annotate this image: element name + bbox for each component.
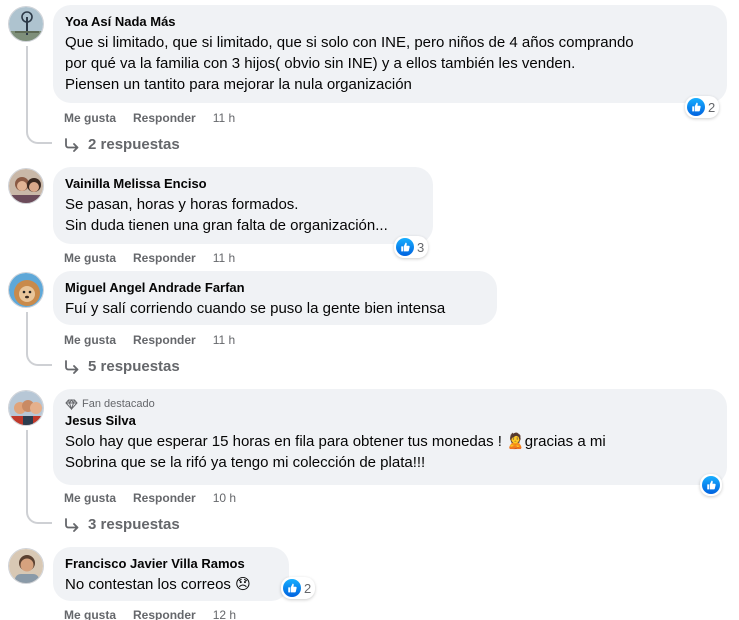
reply-button[interactable]: Responder [133, 110, 196, 126]
comment-actions: Me gusta Responder 11 h [64, 332, 252, 348]
like-icon [687, 98, 705, 116]
like-icon [283, 579, 301, 597]
thread-line [26, 46, 28, 130]
comment-time[interactable]: 11 h [213, 110, 235, 126]
reply-arrow-icon [65, 359, 79, 374]
comment-author[interactable]: Vainilla Melissa Enciso [65, 175, 421, 192]
comment-time[interactable]: 12 h [213, 607, 236, 620]
reply-arrow-icon [65, 517, 79, 532]
like-button[interactable]: Me gusta [64, 110, 116, 126]
reaction-count[interactable]: 2 [685, 96, 720, 118]
avatar[interactable] [8, 168, 44, 204]
avatar[interactable] [8, 548, 44, 584]
badge-label: Fan destacado [82, 398, 155, 410]
thread-connector [26, 510, 52, 524]
avatar-image [9, 7, 43, 41]
top-fan-badge: Fan destacado [65, 397, 715, 411]
reply-arrow-icon [65, 137, 79, 152]
avatar[interactable] [8, 390, 44, 426]
reaction-count[interactable]: 2 [281, 577, 316, 599]
like-button[interactable]: Me gusta [64, 250, 116, 266]
comment-bubble: Francisco Javier Villa Ramos No contesta… [53, 547, 289, 601]
reply-button[interactable]: Responder [133, 490, 196, 506]
avatar[interactable] [8, 272, 44, 308]
comment-author[interactable]: Jesus Silva [65, 412, 715, 429]
comment-bubble: Miguel Angel Andrade Farfan Fuí y salí c… [53, 271, 497, 325]
reply-button[interactable]: Responder [133, 607, 196, 620]
avatar-image [9, 169, 43, 203]
replies-label: 2 respuestas [88, 136, 180, 153]
comment-bubble: Yoa Así Nada Más Que si limitado, que si… [53, 5, 727, 103]
diamond-icon [65, 398, 78, 410]
reaction-number: 3 [417, 239, 425, 255]
reaction-count[interactable] [700, 474, 722, 496]
avatar-image [9, 549, 43, 583]
comment-time[interactable]: 11 h [213, 250, 235, 266]
comment-author[interactable]: Francisco Javier Villa Ramos [65, 555, 277, 572]
comment-text: Solo hay que esperar 15 horas en fila pa… [65, 433, 606, 471]
comment-actions: Me gusta Responder 11 h [64, 250, 252, 266]
view-replies-button[interactable]: 5 respuestas [64, 358, 180, 375]
comment-time[interactable]: 11 h [213, 332, 235, 348]
view-replies-button[interactable]: 2 respuestas [64, 136, 180, 153]
comment-actions: Me gusta Responder 10 h [64, 490, 253, 506]
thread-line [26, 312, 28, 352]
comment-text: Que si limitado, que si limitado, que si… [65, 34, 634, 93]
comment-text: No contestan los correos 😞 [65, 576, 251, 593]
reaction-number: 2 [304, 580, 312, 596]
comment-actions: Me gusta Responder 12 h [64, 607, 253, 620]
replies-label: 3 respuestas [88, 516, 180, 533]
avatar[interactable] [8, 6, 44, 42]
replies-label: 5 respuestas [88, 358, 180, 375]
reaction-count[interactable]: 3 [394, 236, 429, 258]
comment-text: Fuí y salí corriendo cuando se puso la g… [65, 300, 446, 317]
comment-bubble: Fan destacado Jesus Silva Solo hay que e… [53, 389, 727, 485]
comment-bubble: Vainilla Melissa Enciso Se pasan, horas … [53, 167, 433, 244]
thread-connector [26, 352, 52, 366]
thread-line [26, 430, 28, 510]
reply-button[interactable]: Responder [133, 250, 196, 266]
comment-time[interactable]: 10 h [213, 490, 236, 506]
avatar-image [9, 273, 43, 307]
like-icon [702, 476, 720, 494]
comment-text: Se pasan, horas y horas formados. Sin du… [65, 196, 388, 234]
like-button[interactable]: Me gusta [64, 332, 116, 348]
reaction-number: 2 [708, 99, 716, 115]
like-icon [396, 238, 414, 256]
view-replies-button[interactable]: 3 respuestas [64, 516, 180, 533]
reply-button[interactable]: Responder [133, 332, 196, 348]
like-button[interactable]: Me gusta [64, 490, 116, 506]
like-button[interactable]: Me gusta [64, 607, 116, 620]
comment-actions: Me gusta Responder 11 h [64, 110, 252, 126]
avatar-image [9, 391, 43, 425]
thread-connector [26, 130, 52, 144]
comment-author[interactable]: Yoa Así Nada Más [65, 13, 715, 30]
comment-author[interactable]: Miguel Angel Andrade Farfan [65, 279, 485, 296]
